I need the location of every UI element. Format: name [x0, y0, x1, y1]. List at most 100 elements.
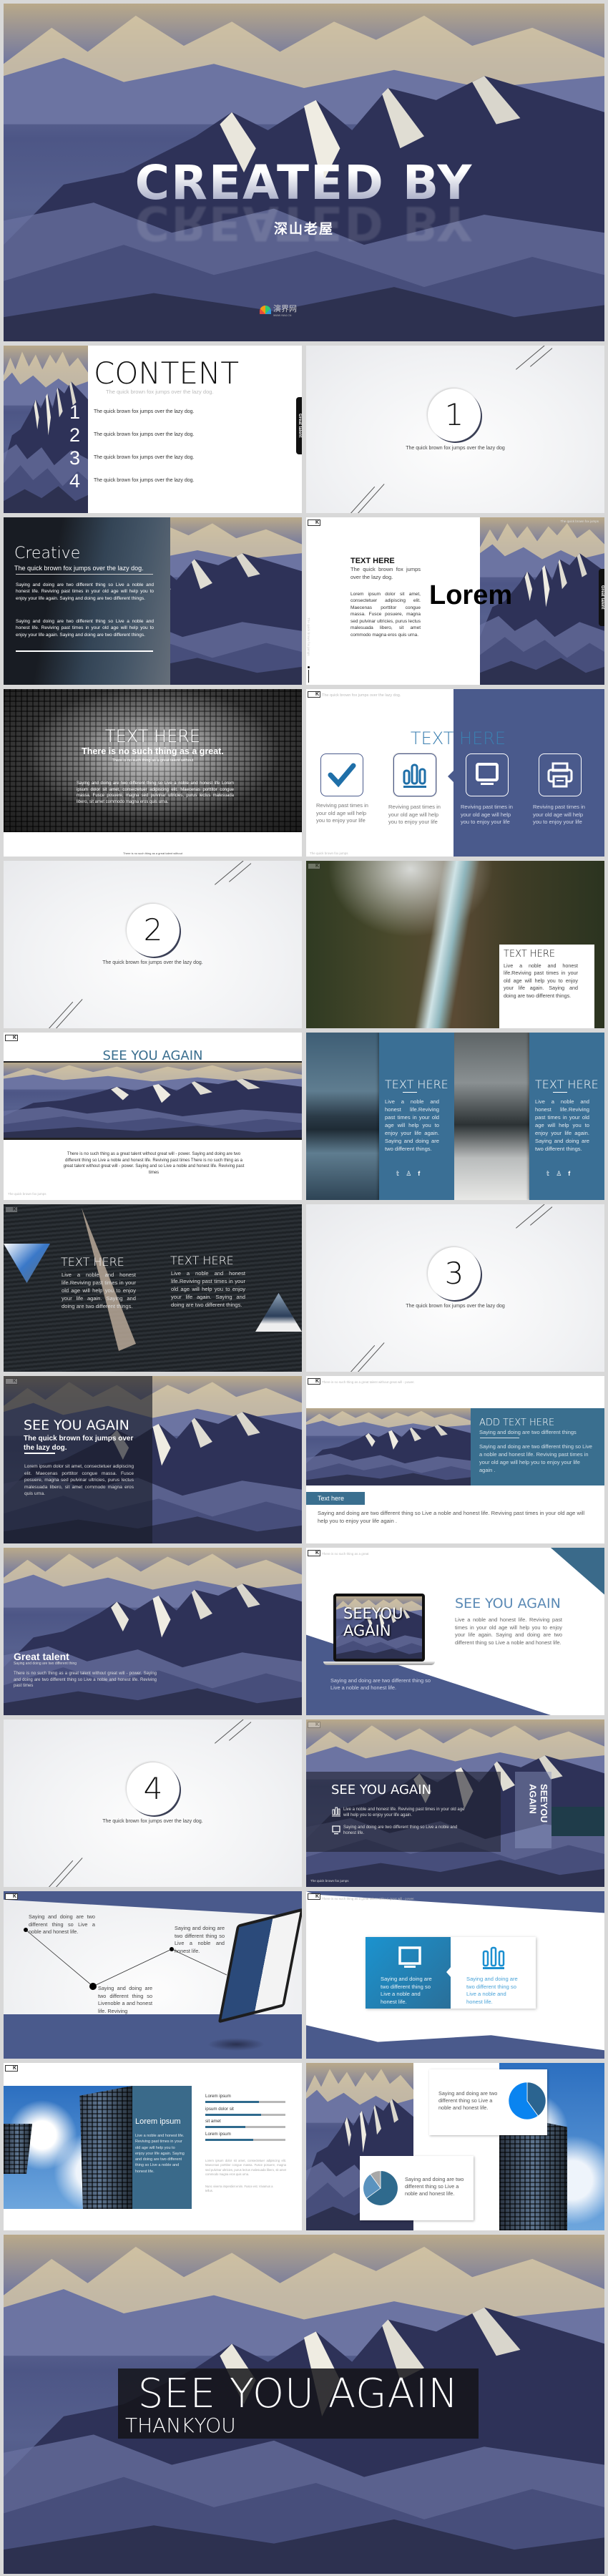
pointer-notch — [448, 769, 455, 784]
buildings-slide[interactable]: TEXT HERE There is no such thing as a gr… — [4, 689, 302, 857]
qq-icon[interactable]: ♙ — [406, 1170, 411, 1178]
laptop-screen: SEEYOU AGAIN — [333, 1594, 425, 1662]
monitor-icon — [476, 763, 499, 785]
progress-fill — [205, 2139, 254, 2141]
mountain-photo — [4, 1063, 302, 1138]
creative-slide[interactable]: Creative The quick brown fox jumps over … — [4, 517, 302, 685]
k-logo: K — [5, 1378, 18, 1385]
divider — [403, 1092, 417, 1093]
bar-chart-icon — [482, 1946, 505, 1969]
section-2-slide[interactable]: 2 The quick brown fox jumps over the laz… — [4, 861, 302, 1028]
progress-bar — [205, 2101, 285, 2103]
add-title: ADD TEXT HERE — [479, 1418, 555, 1428]
overlay-slide[interactable]: K SEE YOU AGAIN Live a noble and honest … — [306, 1719, 604, 1887]
add-text-slide[interactable]: K There is no such thing as a great tale… — [306, 1376, 604, 1543]
k-logo: K — [308, 519, 320, 526]
bars-slide[interactable]: K Lorem ipsum Live a noble and honest li… — [4, 2063, 302, 2230]
brand-logo-icon — [260, 306, 271, 314]
twitter-icon[interactable]: 𝕥 — [396, 1170, 399, 1178]
forest-slide[interactable]: K TEXT HERE Live a noble and honest life… — [306, 861, 604, 1028]
cover-slide[interactable]: CREATED BY CREATED BY 深山老屋 演界网 WWW.YANJ.… — [4, 4, 604, 341]
closing-title: SEE YOU AGAIN — [137, 2371, 459, 2417]
content-item[interactable]: The quick brown fox jumps over the lazy … — [94, 409, 194, 414]
section-4-slide[interactable]: 4 The quick brown fox jumps over the laz… — [4, 1719, 302, 1887]
content-item[interactable]: The quick brown fox jumps over the lazy … — [94, 478, 194, 483]
brand-logo-text: 演界网 — [273, 305, 297, 313]
column-title: TEXT HERE — [535, 1078, 599, 1091]
section-caption: The quick brown fox jumps over the lazy … — [406, 1304, 505, 1309]
pie-card-text: Saying and doing are two different thing… — [438, 2090, 498, 2111]
bar-label: Lorem ipsum — [205, 2094, 231, 2099]
check-box — [320, 753, 363, 796]
timeline-dot — [89, 1983, 97, 1990]
overlay-title: SEE YOU AGAIN — [331, 1782, 432, 1797]
add-text: Saying and doing are two different thing… — [479, 1443, 592, 1473]
buildings-paragraph: Saying and doing are two different thing… — [77, 781, 234, 805]
columns-slide[interactable]: TEXT HERE Live a noble and honest life.R… — [306, 1033, 604, 1200]
buildings-small: There is no such thing as a great talent… — [112, 758, 194, 763]
facebook-icon[interactable]: f — [418, 1170, 420, 1178]
qq-icon[interactable]: ♙ — [556, 1170, 562, 1178]
column-text: Live a noble and honest life.Reviving pa… — [385, 1098, 439, 1152]
section-number: 4 — [127, 1762, 180, 1815]
cover-author: 深山老屋 — [273, 222, 334, 237]
monitor-icon — [398, 1946, 421, 1968]
talent-title: Great talent — [14, 1651, 69, 1662]
add-subtitle: Saying and doing are two different thing… — [479, 1429, 577, 1435]
k-logo: K — [5, 1206, 18, 1213]
text-heading: TEXT HERE — [350, 557, 395, 565]
printer-icon — [547, 762, 573, 788]
content-slide[interactable]: CONTENT The quick brown fox jumps over t… — [4, 346, 302, 513]
bar-label: Lorem ipsum — [205, 2132, 231, 2137]
buildings-footer: There is no such thing as a great talent… — [123, 852, 182, 855]
bar-chart-icon — [332, 1807, 340, 1817]
lorem-paragraph: Lorem ipsum dolor sit amet, consectetuer… — [350, 592, 421, 638]
timeline-text: Saying and doing are two different thing… — [175, 1925, 225, 1954]
facebook-icon[interactable]: f — [568, 1170, 570, 1178]
snow-photo — [454, 1033, 529, 1200]
sail-title: TEXT HERE — [61, 1255, 124, 1269]
pies-slide[interactable]: Saying and doing are two different thing… — [306, 2063, 604, 2230]
content-item[interactable]: The quick brown fox jumps over the lazy … — [94, 455, 194, 460]
talent-sub: Saying and doing are two different thing — [14, 1662, 77, 1666]
divider — [308, 670, 309, 683]
k-logo: K — [5, 2065, 18, 2072]
creative-title: Creative — [14, 545, 81, 562]
k-logo: K — [308, 1378, 320, 1385]
icon-caption: Reviving past times in your old age will… — [388, 804, 441, 825]
progress-fill — [205, 2101, 260, 2103]
content-number: 2 — [69, 424, 81, 446]
sail-slide[interactable]: K TEXT HERE Live a noble and honest life… — [4, 1204, 302, 1372]
creative-paragraph: Saying and doing are two different thing… — [16, 619, 154, 638]
laptop-slide[interactable]: K There is no such thing as a great SEEY… — [306, 1548, 604, 1715]
brand-logo: 演界网 WWW.YANJ.CN — [260, 303, 297, 317]
mountain-photo — [306, 1408, 471, 1485]
section-3-slide[interactable]: 3 The quick brown fox jumps over the laz… — [306, 1204, 604, 1372]
twitter-icon[interactable]: 𝕥 — [546, 1170, 549, 1178]
banner-slide[interactable]: K SEE YOU AGAIN There is no such thing a… — [4, 1033, 302, 1200]
overlay-item: Live a noble and honest life. Reviving p… — [343, 1807, 465, 1818]
divider — [24, 1453, 55, 1454]
panel-subtitle: The quick brown fox jumps over the lazy … — [24, 1435, 134, 1452]
lorem-slide[interactable]: K The quick brown fox jumps TEXT HERE Th… — [306, 517, 604, 685]
content-number: 3 — [69, 447, 81, 469]
screen-text: SEEYOU AGAIN — [343, 1605, 403, 1640]
section-caption: The quick brown fox jumps over the lazy … — [102, 960, 203, 965]
panel-text: Live a noble and honest life. Reviving p… — [135, 2134, 185, 2174]
timeline-slide[interactable]: K Saying and doing are two different thi… — [4, 1891, 302, 2059]
section-1-slide[interactable]: 1 The quick brown fox jumps over the laz… — [306, 346, 604, 513]
great-talent-slide[interactable]: Great talent Saying and doing are two di… — [4, 1548, 302, 1715]
closing-slide[interactable]: SEE YOU AGAIN THANKYOU — [4, 2235, 604, 2574]
icons-slide[interactable]: K The quick brown fox jumps over the laz… — [306, 689, 604, 857]
two-box-slide[interactable]: K There is no such thing as a great tale… — [306, 1891, 604, 2059]
sail-title: TEXT HERE — [170, 1254, 234, 1267]
dark-panel-slide[interactable]: K SEE YOU AGAIN The quick brown fox jump… — [4, 1376, 302, 1543]
k-logo: K — [308, 1722, 320, 1728]
panel-text: Lorem ipsum dolor sit amet, consectetuer… — [24, 1464, 134, 1497]
content-item[interactable]: The quick brown fox jumps over the lazy … — [94, 432, 194, 437]
side-tab: Great talent — [599, 569, 604, 626]
content-number: 1 — [69, 401, 81, 423]
panel-title: SEE YOU AGAIN — [24, 1418, 129, 1433]
check-icon — [328, 763, 356, 788]
text-tag: Text here — [306, 1492, 365, 1505]
